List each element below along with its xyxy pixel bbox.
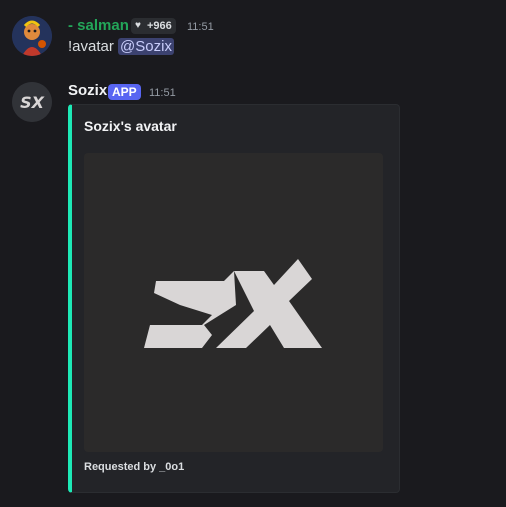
avatar-salman-image (12, 16, 52, 56)
embed-footer: Requested by _0o1 (84, 461, 185, 473)
message-content-salman: !avatar @Sozix (68, 38, 174, 55)
embed-avatar-image[interactable] (84, 153, 383, 452)
username-sozix[interactable]: Sozix (68, 82, 107, 99)
avatar-embed: Sozix's avatar Requested by _0o1 (68, 104, 400, 493)
message-salman: - salman ♥ +966 11:51 !avatar @Sozix (0, 0, 506, 70)
embed-title: Sozix's avatar (84, 118, 177, 134)
timestamp-sozix[interactable]: 11:51 (149, 87, 176, 99)
sx-logo-icon (84, 153, 383, 452)
svg-text:SX: SX (20, 93, 45, 112)
avatar-sozix-image: SX (12, 82, 52, 122)
avatar-sozix[interactable]: SX (12, 82, 52, 122)
user-mention[interactable]: @Sozix (118, 38, 174, 55)
avatar-salman[interactable] (12, 16, 52, 56)
username-salman[interactable]: - salman (68, 17, 129, 34)
command-text: !avatar (68, 38, 114, 55)
role-badge[interactable]: ♥ +966 (131, 18, 176, 34)
timestamp-salman[interactable]: 11:51 (187, 21, 214, 33)
app-tag: APP (108, 84, 141, 100)
heart-icon: ♥ (135, 20, 141, 31)
role-badge-text: +966 (147, 20, 172, 32)
